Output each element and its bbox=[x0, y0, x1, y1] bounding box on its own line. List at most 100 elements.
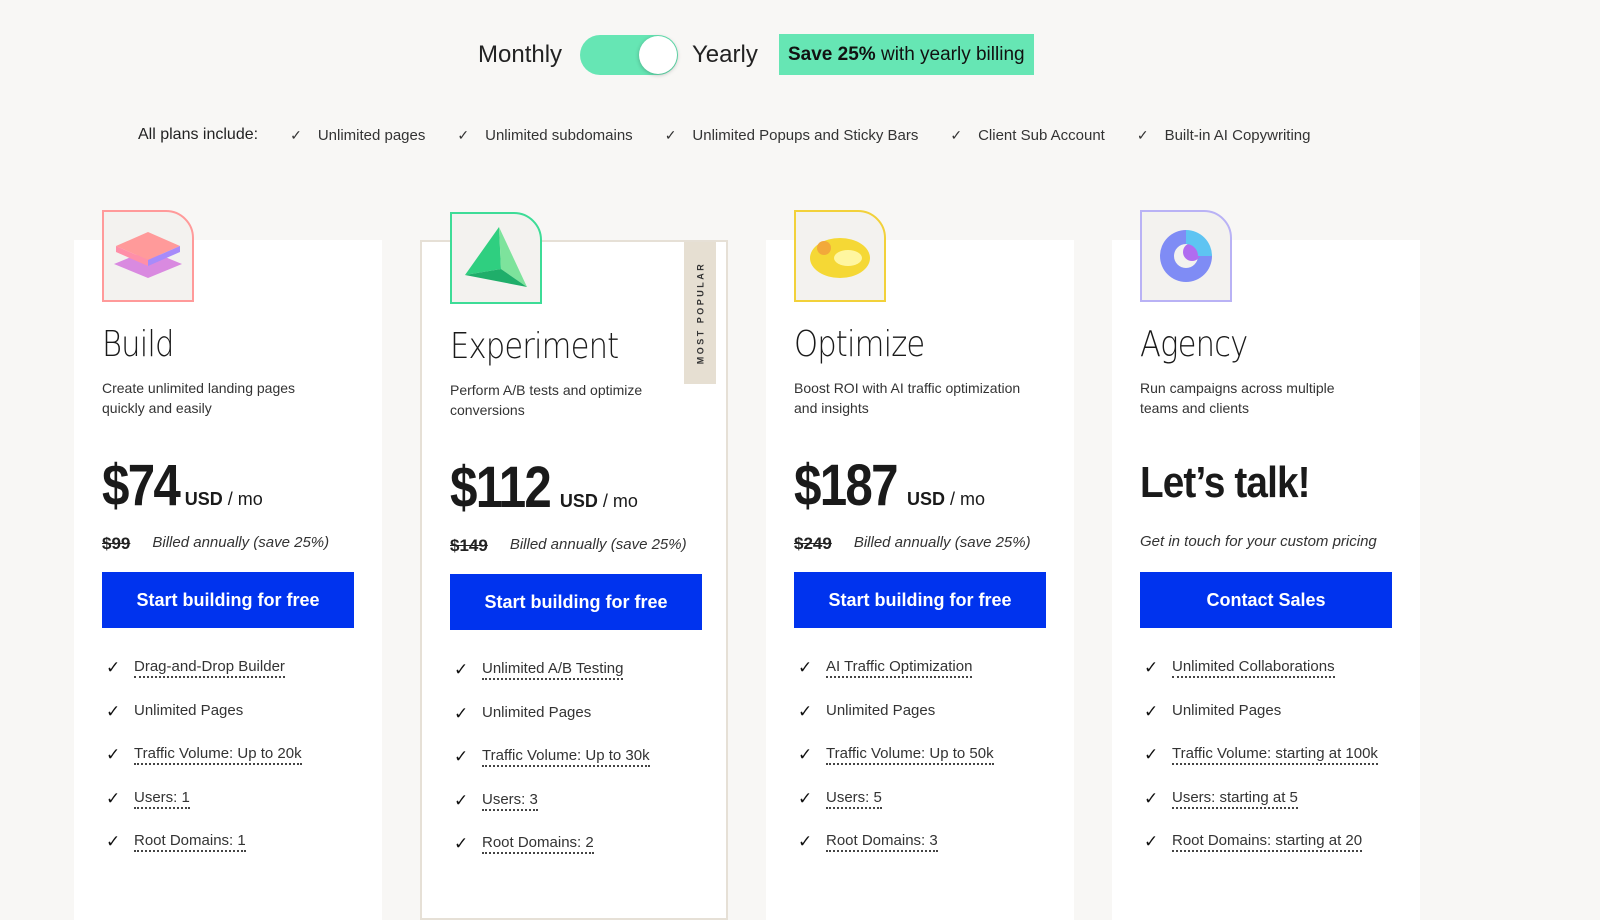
feature-item: ✓ Root Domains: 3 bbox=[798, 832, 994, 876]
check-icon: ✓ bbox=[1136, 126, 1149, 143]
feature-item: ✓ Users: 1 bbox=[106, 789, 302, 833]
feature-label[interactable]: Traffic Volume: Up to 20k bbox=[134, 745, 302, 765]
feature-item: ✓ Root Domains: 2 bbox=[454, 834, 650, 878]
check-icon: ✓ bbox=[798, 745, 813, 764]
check-icon: ✓ bbox=[798, 701, 813, 721]
plan-name: Experiment bbox=[450, 326, 619, 367]
feature-item: ✓ Users: 5 bbox=[798, 789, 994, 833]
monthly-label[interactable]: Monthly bbox=[478, 41, 562, 69]
feature-item: ✓ Unlimited Pages bbox=[106, 702, 302, 746]
check-icon: ✓ bbox=[950, 126, 963, 143]
yearly-label[interactable]: Yearly bbox=[692, 41, 758, 69]
feature-label[interactable]: Traffic Volume: Up to 30k bbox=[482, 747, 650, 767]
price-currency: USD bbox=[559, 491, 598, 511]
plan-name: Build bbox=[102, 324, 174, 365]
check-icon: ✓ bbox=[106, 788, 121, 808]
price-period: / mo bbox=[222, 489, 263, 509]
include-item: ✓ Client Sub Account bbox=[950, 127, 1104, 144]
feature-item: ✓ Unlimited Pages bbox=[798, 702, 994, 746]
price-amount: $112 bbox=[450, 455, 552, 520]
feature-label[interactable]: Traffic Volume: starting at 100k bbox=[1172, 745, 1378, 765]
contact-sales-button[interactable]: Contact Sales bbox=[1140, 572, 1392, 628]
include-label: Unlimited subdomains bbox=[485, 126, 633, 144]
save-text: with yearly billing bbox=[875, 44, 1025, 65]
old-price: $249 bbox=[794, 534, 832, 553]
billing-note: Billed annually (save 25%) bbox=[509, 536, 687, 553]
feature-label[interactable]: Root Domains: 3 bbox=[826, 832, 938, 852]
price-amount: $74 bbox=[102, 453, 181, 518]
feature-label[interactable]: AI Traffic Optimization bbox=[826, 658, 973, 678]
include-label: Unlimited Popups and Sticky Bars bbox=[692, 126, 919, 144]
check-icon: ✓ bbox=[1144, 788, 1159, 808]
feature-item: ✓ Users: 3 bbox=[454, 791, 650, 835]
billing-info: $249 Billed annually (save 25%) bbox=[794, 534, 1031, 554]
feature-label[interactable]: Users: starting at 5 bbox=[1172, 789, 1298, 809]
plan-description: Run campaigns across multiple teams and … bbox=[1140, 380, 1335, 416]
feature-item: ✓ Unlimited Pages bbox=[1144, 702, 1378, 746]
plan-card-optimize: Optimize Boost ROI with AI traffic optim… bbox=[766, 210, 1074, 920]
feature-item: ✓ Traffic Volume: Up to 50k bbox=[798, 745, 994, 789]
include-label: Client Sub Account bbox=[978, 126, 1105, 144]
feature-label[interactable]: Traffic Volume: Up to 50k bbox=[826, 745, 994, 765]
save-percent: Save 25% bbox=[788, 44, 876, 65]
start-building-button[interactable]: Start building for free bbox=[450, 574, 702, 630]
check-icon: ✓ bbox=[106, 701, 121, 721]
pyramid-icon bbox=[450, 212, 542, 304]
check-icon: ✓ bbox=[106, 832, 121, 851]
layers-icon bbox=[102, 210, 194, 302]
feature-item: ✓ Unlimited Pages bbox=[454, 704, 650, 748]
plan-name: Agency bbox=[1140, 324, 1248, 365]
include-item: ✓ Unlimited Popups and Sticky Bars bbox=[665, 127, 919, 144]
feature-item: ✓ Traffic Volume: Up to 30k bbox=[454, 747, 650, 791]
feature-label: Unlimited Pages bbox=[482, 703, 592, 721]
plan-name: Optimize bbox=[794, 324, 925, 365]
feature-list: ✓ AI Traffic Optimization ✓ Unlimited Pages… bbox=[798, 658, 994, 876]
includes-title: All plans include: bbox=[138, 126, 259, 143]
plan-description: Create unlimited landing pages quickly a… bbox=[102, 380, 296, 416]
feature-label: Unlimited Pages bbox=[826, 701, 936, 719]
check-icon: ✓ bbox=[454, 747, 469, 766]
feature-label[interactable]: Root Domains: 1 bbox=[134, 832, 246, 852]
billing-info: $149 Billed annually (save 25%) bbox=[450, 536, 687, 556]
check-icon: ✓ bbox=[290, 126, 302, 143]
start-building-button[interactable]: Start building for free bbox=[794, 572, 1046, 628]
price-period: / mo bbox=[945, 489, 986, 509]
check-icon: ✓ bbox=[454, 834, 469, 853]
feature-label[interactable]: Users: 3 bbox=[482, 791, 538, 811]
feature-item: ✓ Drag-and-Drop Builder bbox=[106, 658, 302, 702]
feature-label[interactable]: Unlimited A/B Testing bbox=[482, 660, 624, 680]
check-icon: ✓ bbox=[798, 788, 813, 808]
old-price: $99 bbox=[102, 534, 131, 553]
plan-description: Perform A/B tests and optimize conversio… bbox=[450, 382, 643, 418]
check-icon: ✓ bbox=[798, 658, 813, 677]
include-label: Unlimited pages bbox=[317, 126, 426, 144]
plan-card-build: Build Create unlimited landing pages qui… bbox=[74, 210, 382, 920]
feature-label[interactable]: Drag-and-Drop Builder bbox=[134, 658, 285, 678]
include-item: ✓ Unlimited pages bbox=[290, 127, 425, 144]
billing-toggle-row: Monthly Yearly Save 25% with yearly bill… bbox=[0, 33, 1600, 75]
billing-toggle-switch[interactable] bbox=[580, 35, 678, 75]
check-icon: ✓ bbox=[106, 745, 121, 764]
feature-label[interactable]: Root Domains: 2 bbox=[482, 834, 594, 854]
feature-label[interactable]: Unlimited Collaborations bbox=[1172, 658, 1335, 678]
plan-price: $187 USD / mo bbox=[794, 452, 985, 519]
feature-item: ✓ Unlimited Collaborations bbox=[1144, 658, 1378, 702]
badge-text: MOST POPULAR bbox=[695, 261, 706, 365]
feature-label[interactable]: Users: 1 bbox=[134, 789, 190, 809]
start-building-button[interactable]: Start building for free bbox=[102, 572, 354, 628]
feature-label[interactable]: Users: 5 bbox=[826, 789, 882, 809]
feature-item: ✓ Traffic Volume: starting at 100k bbox=[1144, 745, 1378, 789]
custom-pricing-note: Get in touch for your custom pricing bbox=[1140, 533, 1377, 550]
check-icon: ✓ bbox=[457, 126, 470, 143]
feature-list: ✓ Unlimited Collaborations ✓ Unlimited Page… bbox=[1144, 658, 1378, 876]
feature-label[interactable]: Root Domains: starting at 20 bbox=[1172, 832, 1363, 852]
feature-item: ✓ AI Traffic Optimization bbox=[798, 658, 994, 702]
feature-list: ✓ Unlimited A/B Testing ✓ Unlimited Pages ✓ T… bbox=[454, 660, 650, 878]
check-icon: ✓ bbox=[1144, 701, 1159, 721]
plan-card-experiment: MOST POPULAR Experiment Perform A/B tests… bbox=[420, 212, 728, 920]
most-popular-badge: MOST POPULAR bbox=[684, 242, 716, 384]
price-amount: $187 bbox=[794, 453, 899, 518]
old-price: $149 bbox=[450, 536, 488, 555]
check-icon: ✓ bbox=[454, 790, 469, 810]
feature-item: ✓ Root Domains: starting at 20 bbox=[1144, 832, 1378, 876]
